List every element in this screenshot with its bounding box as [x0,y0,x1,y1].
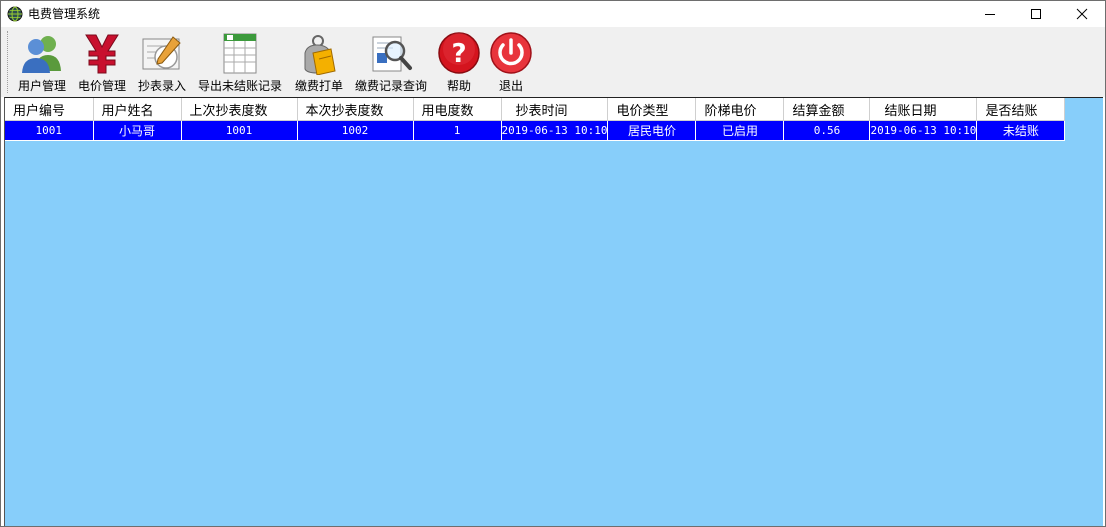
column-header-last-reading[interactable]: 上次抄表度数 [181,98,298,121]
column-header-settle-date[interactable]: 结账日期 [869,98,978,121]
billing-table: 用户编号 用户姓名 上次抄表度数 本次抄表度数 用电度数 抄表时间 电价类型 阶… [5,98,1066,141]
toolbar-label: 帮助 [446,79,471,93]
maximize-icon [1031,9,1041,19]
help-icon: ? [438,32,480,74]
meter-entry-icon [142,36,181,70]
cell-reading-time[interactable]: 2019-06-13 10:10 [501,120,609,141]
svg-text:?: ? [451,39,466,69]
cell-price-type[interactable]: 居民电价 [607,120,697,141]
table-row[interactable]: 1001 小马哥 1001 1002 1 2019-06-13 10:10 居民… [5,120,1066,141]
search-record-icon [372,36,412,72]
toolbar-label: 用户管理 [17,79,66,93]
column-header-tiered-price[interactable]: 阶梯电价 [695,98,785,121]
cell-user-name[interactable]: 小马哥 [93,120,182,141]
header-row: 用户编号 用户姓名 上次抄表度数 本次抄表度数 用电度数 抄表时间 电价类型 阶… [5,98,1066,121]
cell-usage[interactable]: 1 [413,120,502,141]
close-icon [1076,8,1088,20]
toolbar-grip[interactable] [7,31,11,93]
payment-bag-icon [304,35,336,75]
users-icon [22,36,61,73]
cell-user-id[interactable]: 1001 [5,120,94,141]
cell-current-reading[interactable]: 1002 [297,120,414,141]
payment-print-button[interactable]: 缴费打单 [291,29,347,95]
cell-settled[interactable]: 未结账 [976,120,1066,141]
column-header-usage[interactable]: 用电度数 [413,98,502,121]
column-header-amount[interactable]: 结算金额 [783,98,871,121]
toolbar-label: 抄表录入 [137,79,186,93]
spreadsheet-export-icon [223,33,257,74]
toolbar: 用户管理 电价管理 抄表录入 导出未结账记录 缴费打单 缴费记录查询 ? 帮助 … [1,27,1105,97]
data-grid[interactable]: 用户编号 用户姓名 上次抄表度数 本次抄表度数 用电度数 抄表时间 电价类型 阶… [4,97,1103,526]
column-header-current-reading[interactable]: 本次抄表度数 [297,98,414,121]
title-bar[interactable]: 电费管理系统 [1,1,1105,27]
export-unsettled-button[interactable]: 导出未结账记录 [194,29,286,95]
meter-entry-button[interactable]: 抄表录入 [133,29,191,95]
app-globe-icon [7,6,23,22]
cell-tiered-price[interactable]: 已启用 [695,120,785,141]
cell-amount[interactable]: 0.56 [783,120,871,141]
column-header-price-type[interactable]: 电价类型 [607,98,697,121]
toolbar-label: 缴费打单 [294,79,343,93]
window-title: 电费管理系统 [28,7,101,21]
cell-last-reading[interactable]: 1001 [181,120,298,141]
main-window: 电费管理系统 用户管理 电价管理 抄表录入 导出未结账记录 缴费打单 缴费记录查… [0,0,1106,527]
minimize-icon [985,14,995,15]
column-header-reading-time[interactable]: 抄表时间 [501,98,609,121]
column-header-user-id[interactable]: 用户编号 [5,98,94,121]
toolbar-label: 电价管理 [77,79,126,93]
payment-record-query-button[interactable]: 缴费记录查询 [351,29,431,95]
column-header-settled[interactable]: 是否结账 [976,98,1066,121]
power-icon [490,32,532,74]
cell-settle-date[interactable]: 2019-06-13 10:10 [869,120,978,141]
maximize-button[interactable] [1013,1,1059,27]
price-management-button[interactable]: 电价管理 [73,29,131,95]
toolbar-label: 退出 [498,79,523,93]
minimize-button[interactable] [967,1,1013,27]
help-button[interactable]: ? 帮助 [435,29,483,95]
close-button[interactable] [1059,1,1105,27]
column-header-user-name[interactable]: 用户姓名 [93,98,182,121]
exit-button[interactable]: 退出 [487,29,535,95]
user-management-button[interactable]: 用户管理 [13,29,71,95]
toolbar-label: 导出未结账记录 [197,79,282,93]
toolbar-label: 缴费记录查询 [354,79,427,93]
yen-icon [85,34,119,74]
